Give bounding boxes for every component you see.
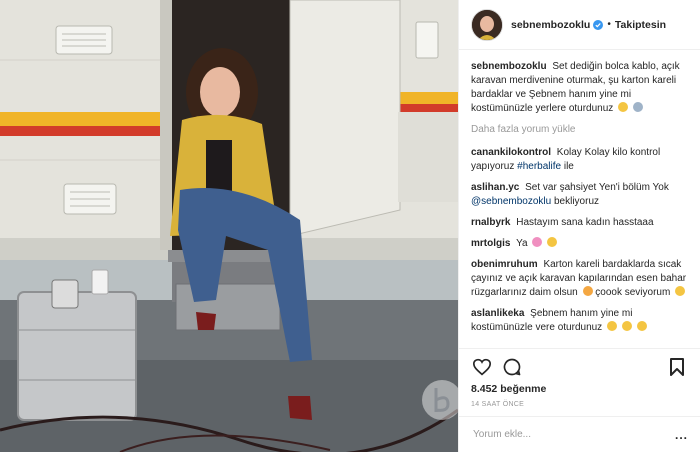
comment-hashtag-link[interactable]: #herbalife: [517, 161, 561, 172]
emoji-icon: [618, 102, 629, 112]
comment-item: mrtolgis Ya: [471, 237, 688, 251]
emoji-icon: [632, 102, 643, 112]
comment-item: obenimruhum Karton kareli bardaklarda sı…: [471, 258, 688, 300]
comment-username[interactable]: obenimruhum: [471, 259, 538, 270]
comment-input[interactable]: [471, 428, 655, 441]
comments-list: sebnembozoklu Set dediğin bolca kablo, a…: [459, 50, 700, 348]
comment-username[interactable]: rnalbyrk: [471, 217, 510, 228]
action-icons-row: [471, 353, 688, 381]
likes-count[interactable]: 8.452 beğenme: [471, 383, 688, 395]
follow-status-button[interactable]: Takiptesin: [615, 19, 666, 31]
more-options-button[interactable]: ...: [675, 428, 688, 442]
bookmark-icon: [670, 358, 684, 376]
crying-laugh-emoji-icon: [606, 321, 617, 331]
post-actions: 8.452 beğenme 14 SAAT ÖNCE: [459, 348, 700, 416]
comment-mention-link[interactable]: @sebnembozoklu: [471, 196, 551, 207]
comment-item: aslanlikeka Şebnem hanım yine mi kostümü…: [471, 307, 688, 335]
post-photo[interactable]: [0, 0, 458, 452]
comment-username[interactable]: canankilokontrol: [471, 147, 551, 158]
comment-username[interactable]: aslanlikeka: [471, 308, 524, 319]
post-header: sebnembozoklu • Takiptesin: [459, 0, 700, 50]
comment-text-after: ile: [563, 161, 574, 172]
comment-username[interactable]: aslihan.yc: [471, 182, 519, 193]
avatar[interactable]: [471, 8, 503, 41]
crying-laugh-emoji-icon: [547, 237, 558, 247]
comment-item: rnalbyrk Hastayım sana kadın hasstaaa: [471, 216, 688, 230]
add-comment-bar: ...: [459, 416, 700, 452]
yellow-heart-emoji-icon: [675, 286, 686, 296]
post-timestamp: 14 SAAT ÖNCE: [471, 401, 525, 408]
heart-eyes-emoji-icon: [582, 286, 593, 296]
caption-username[interactable]: sebnembozoklu: [471, 61, 547, 72]
author-username[interactable]: sebnembozoklu: [511, 19, 590, 31]
flower-emoji-icon: [532, 237, 543, 247]
comment-button[interactable]: [501, 356, 523, 378]
watermark-logo: [422, 380, 458, 420]
post-sidebar: sebnembozoklu • Takiptesin sebnembozoklu…: [458, 0, 700, 452]
heart-icon: [472, 358, 492, 376]
comment-text-after: bekliyoruz: [553, 196, 600, 207]
post-photo-illustration: [0, 0, 458, 452]
comment-text: Set var şahsiyet Yen'i bölüm Yok: [525, 182, 669, 193]
crying-laugh-emoji-icon: [636, 321, 647, 331]
comment-username[interactable]: mrtolgis: [471, 238, 510, 249]
verified-badge-icon: [593, 19, 604, 30]
comment-bubble-icon: [503, 358, 521, 376]
profile-avatar-icon: [472, 9, 502, 40]
like-button[interactable]: [471, 356, 493, 378]
comment-text-after: çoook seviyorum: [595, 287, 671, 298]
crying-laugh-emoji-icon: [621, 321, 632, 331]
comment-text: Hastayım sana kadın hasstaaa: [516, 217, 654, 228]
caption: sebnembozoklu Set dediğin bolca kablo, a…: [471, 60, 688, 116]
comment-item: canankilokontrol Kolay Kolay kilo kontro…: [471, 146, 688, 174]
comment-item: aslihan.yc Set var şahsiyet Yen'i bölüm …: [471, 181, 688, 209]
comment-text: Ya: [516, 238, 528, 249]
load-more-comments-link[interactable]: Daha fazla yorum yükle: [471, 123, 688, 137]
instagram-post: sebnembozoklu • Takiptesin sebnembozoklu…: [0, 0, 700, 452]
separator-dot: •: [607, 19, 611, 30]
save-button[interactable]: [666, 356, 688, 378]
